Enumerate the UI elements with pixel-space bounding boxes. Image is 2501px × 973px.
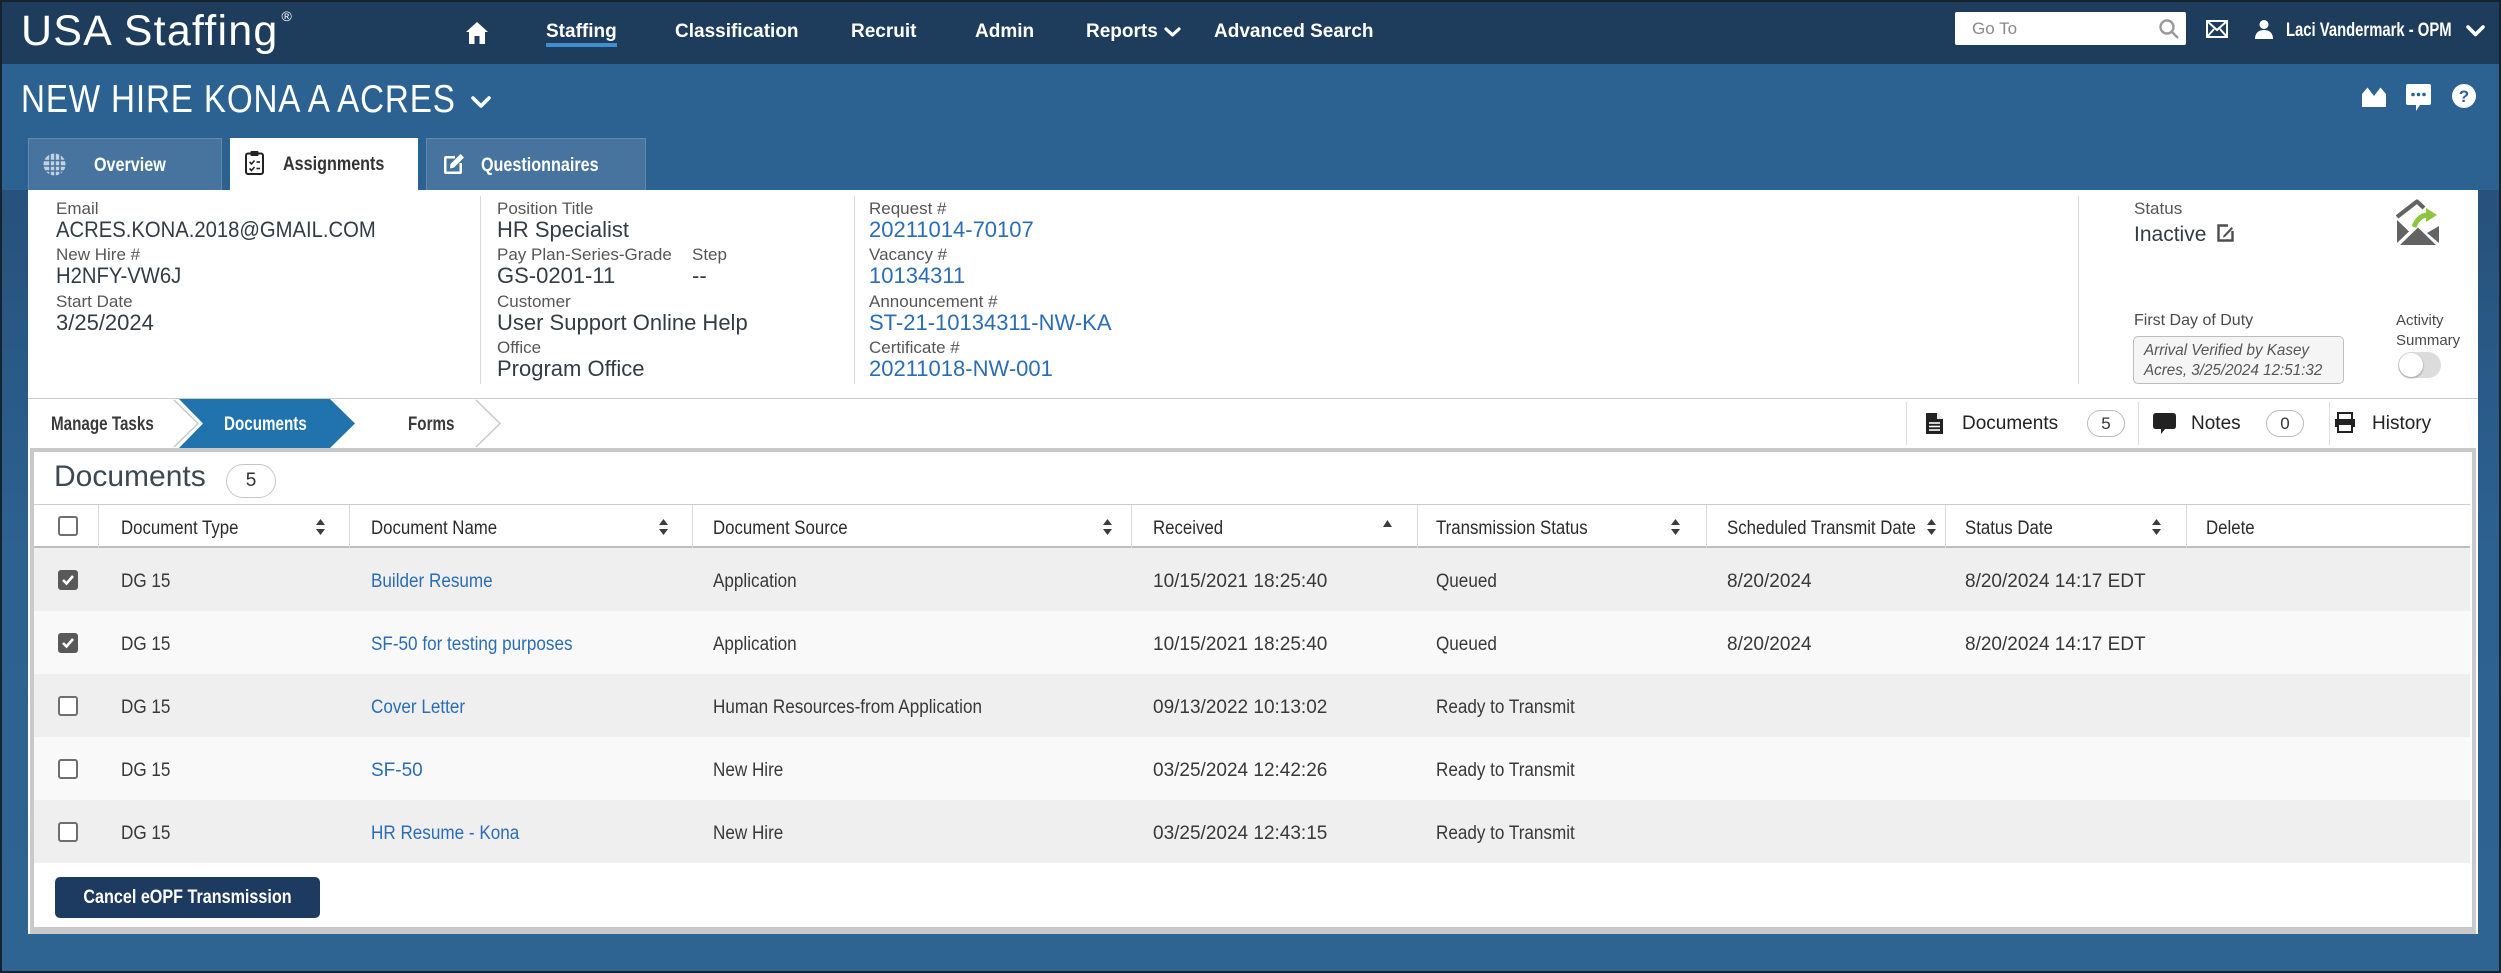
svg-text:?: ?: [2459, 87, 2469, 106]
